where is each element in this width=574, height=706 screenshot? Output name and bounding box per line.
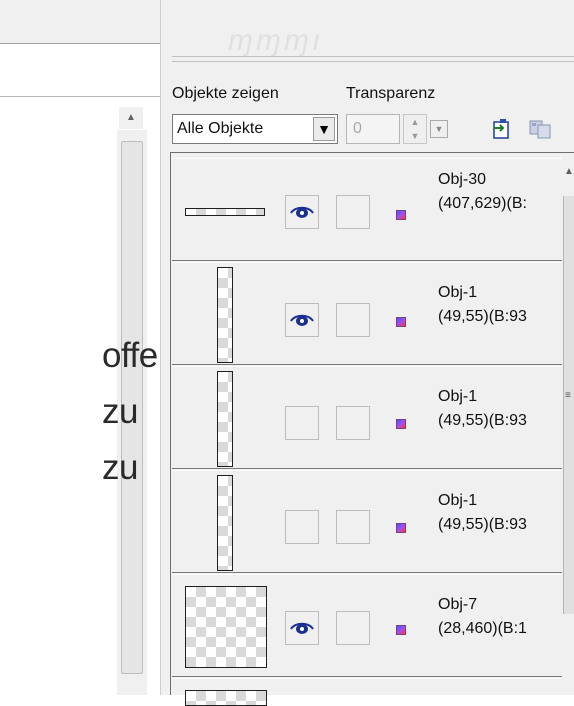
eye-icon <box>290 622 314 634</box>
visibility-toggle[interactable] <box>285 303 319 337</box>
left-pane-divider <box>0 96 160 97</box>
copy-icon[interactable] <box>526 117 556 141</box>
row-divider <box>172 364 562 365</box>
show-objects-value: Alle Objekte <box>177 120 264 137</box>
show-objects-label: Objekte zeigen <box>172 85 279 102</box>
chevron-down-icon[interactable]: ▼ <box>313 117 335 141</box>
object-row-partial[interactable] <box>172 678 562 706</box>
transparency-label: Transparenz <box>346 85 436 102</box>
color-swatch-icon[interactable] <box>396 625 406 635</box>
object-info: (49,55)(B:93 <box>438 412 527 429</box>
row-divider <box>172 572 562 573</box>
object-row[interactable]: Obj-1 (49,55)(B:93 <box>172 470 562 573</box>
row-divider <box>172 468 562 469</box>
lock-toggle[interactable] <box>336 303 370 337</box>
color-swatch-icon[interactable] <box>396 523 406 533</box>
import-icon[interactable] <box>488 117 514 141</box>
object-name: Obj-7 <box>438 596 478 613</box>
row-highlight <box>172 470 562 471</box>
transparency-spinner[interactable]: ▲ ▼ <box>403 114 427 144</box>
panel-edge <box>160 0 161 695</box>
lock-toggle[interactable] <box>336 510 370 544</box>
object-name: Obj-1 <box>438 492 478 509</box>
row-highlight <box>172 678 562 679</box>
object-thumbnail <box>185 586 267 668</box>
object-thumbnail <box>217 371 233 467</box>
row-highlight <box>172 366 562 367</box>
left-pane-divider <box>0 43 160 44</box>
scroll-grip-icon: ≡ <box>565 390 571 401</box>
row-highlight <box>172 262 562 263</box>
color-swatch-icon[interactable] <box>396 419 406 429</box>
transparency-dropdown-icon[interactable]: ▼ <box>430 120 448 138</box>
show-objects-dropdown[interactable]: Alle Objekte ▼ <box>172 114 338 144</box>
document-label-zu: zu <box>102 448 138 487</box>
object-info: (407,629)(B: <box>438 195 527 212</box>
row-divider <box>172 260 562 261</box>
list-scrollbar-thumb[interactable] <box>563 196 574 614</box>
object-thumbnail <box>217 475 233 571</box>
transparency-input[interactable]: 0 <box>346 114 400 144</box>
document-label-zu: zu <box>102 392 138 431</box>
list-scroll-up-button[interactable]: ▲ <box>564 166 574 188</box>
visibility-toggle[interactable] <box>285 510 319 544</box>
row-highlight <box>172 158 562 159</box>
eye-icon <box>290 206 314 218</box>
object-row[interactable]: Obj-1 (49,55)(B:93 <box>172 262 562 365</box>
eye-icon <box>290 314 314 326</box>
object-row[interactable]: Obj-7 (28,460)(B:1 <box>172 574 562 677</box>
lock-toggle[interactable] <box>336 406 370 440</box>
object-name: Obj-1 <box>438 388 478 405</box>
left-scroll-up-button[interactable]: ▲ <box>119 107 143 129</box>
spin-up-icon[interactable]: ▲ <box>404 115 426 129</box>
visibility-toggle[interactable] <box>285 195 319 229</box>
left-pane-header <box>0 0 160 44</box>
row-divider <box>172 676 562 677</box>
watermark: ɱɱɱı <box>228 24 324 57</box>
object-row[interactable]: Obj-1 (49,55)(B:93 <box>172 366 562 469</box>
object-thumbnail <box>185 208 265 216</box>
panel-gripper[interactable] <box>172 56 574 64</box>
object-thumbnail <box>185 690 267 706</box>
object-info: (28,460)(B:1 <box>438 620 527 637</box>
transparency-value: 0 <box>353 120 362 137</box>
gripper-line <box>172 61 574 62</box>
row-highlight <box>172 574 562 575</box>
visibility-toggle[interactable] <box>285 406 319 440</box>
object-row[interactable]: Obj-30 (407,629)(B: <box>172 158 562 261</box>
lock-toggle[interactable] <box>336 611 370 645</box>
visibility-toggle[interactable] <box>285 611 319 645</box>
color-swatch-icon[interactable] <box>396 210 406 220</box>
object-thumbnail <box>217 267 233 363</box>
object-info: (49,55)(B:93 <box>438 308 527 325</box>
lock-toggle[interactable] <box>336 195 370 229</box>
gripper-line <box>172 56 574 57</box>
object-info: (49,55)(B:93 <box>438 516 527 533</box>
color-swatch-icon[interactable] <box>396 317 406 327</box>
spin-down-icon[interactable]: ▼ <box>404 129 426 143</box>
object-name: Obj-30 <box>438 171 487 188</box>
object-name: Obj-1 <box>438 284 478 301</box>
